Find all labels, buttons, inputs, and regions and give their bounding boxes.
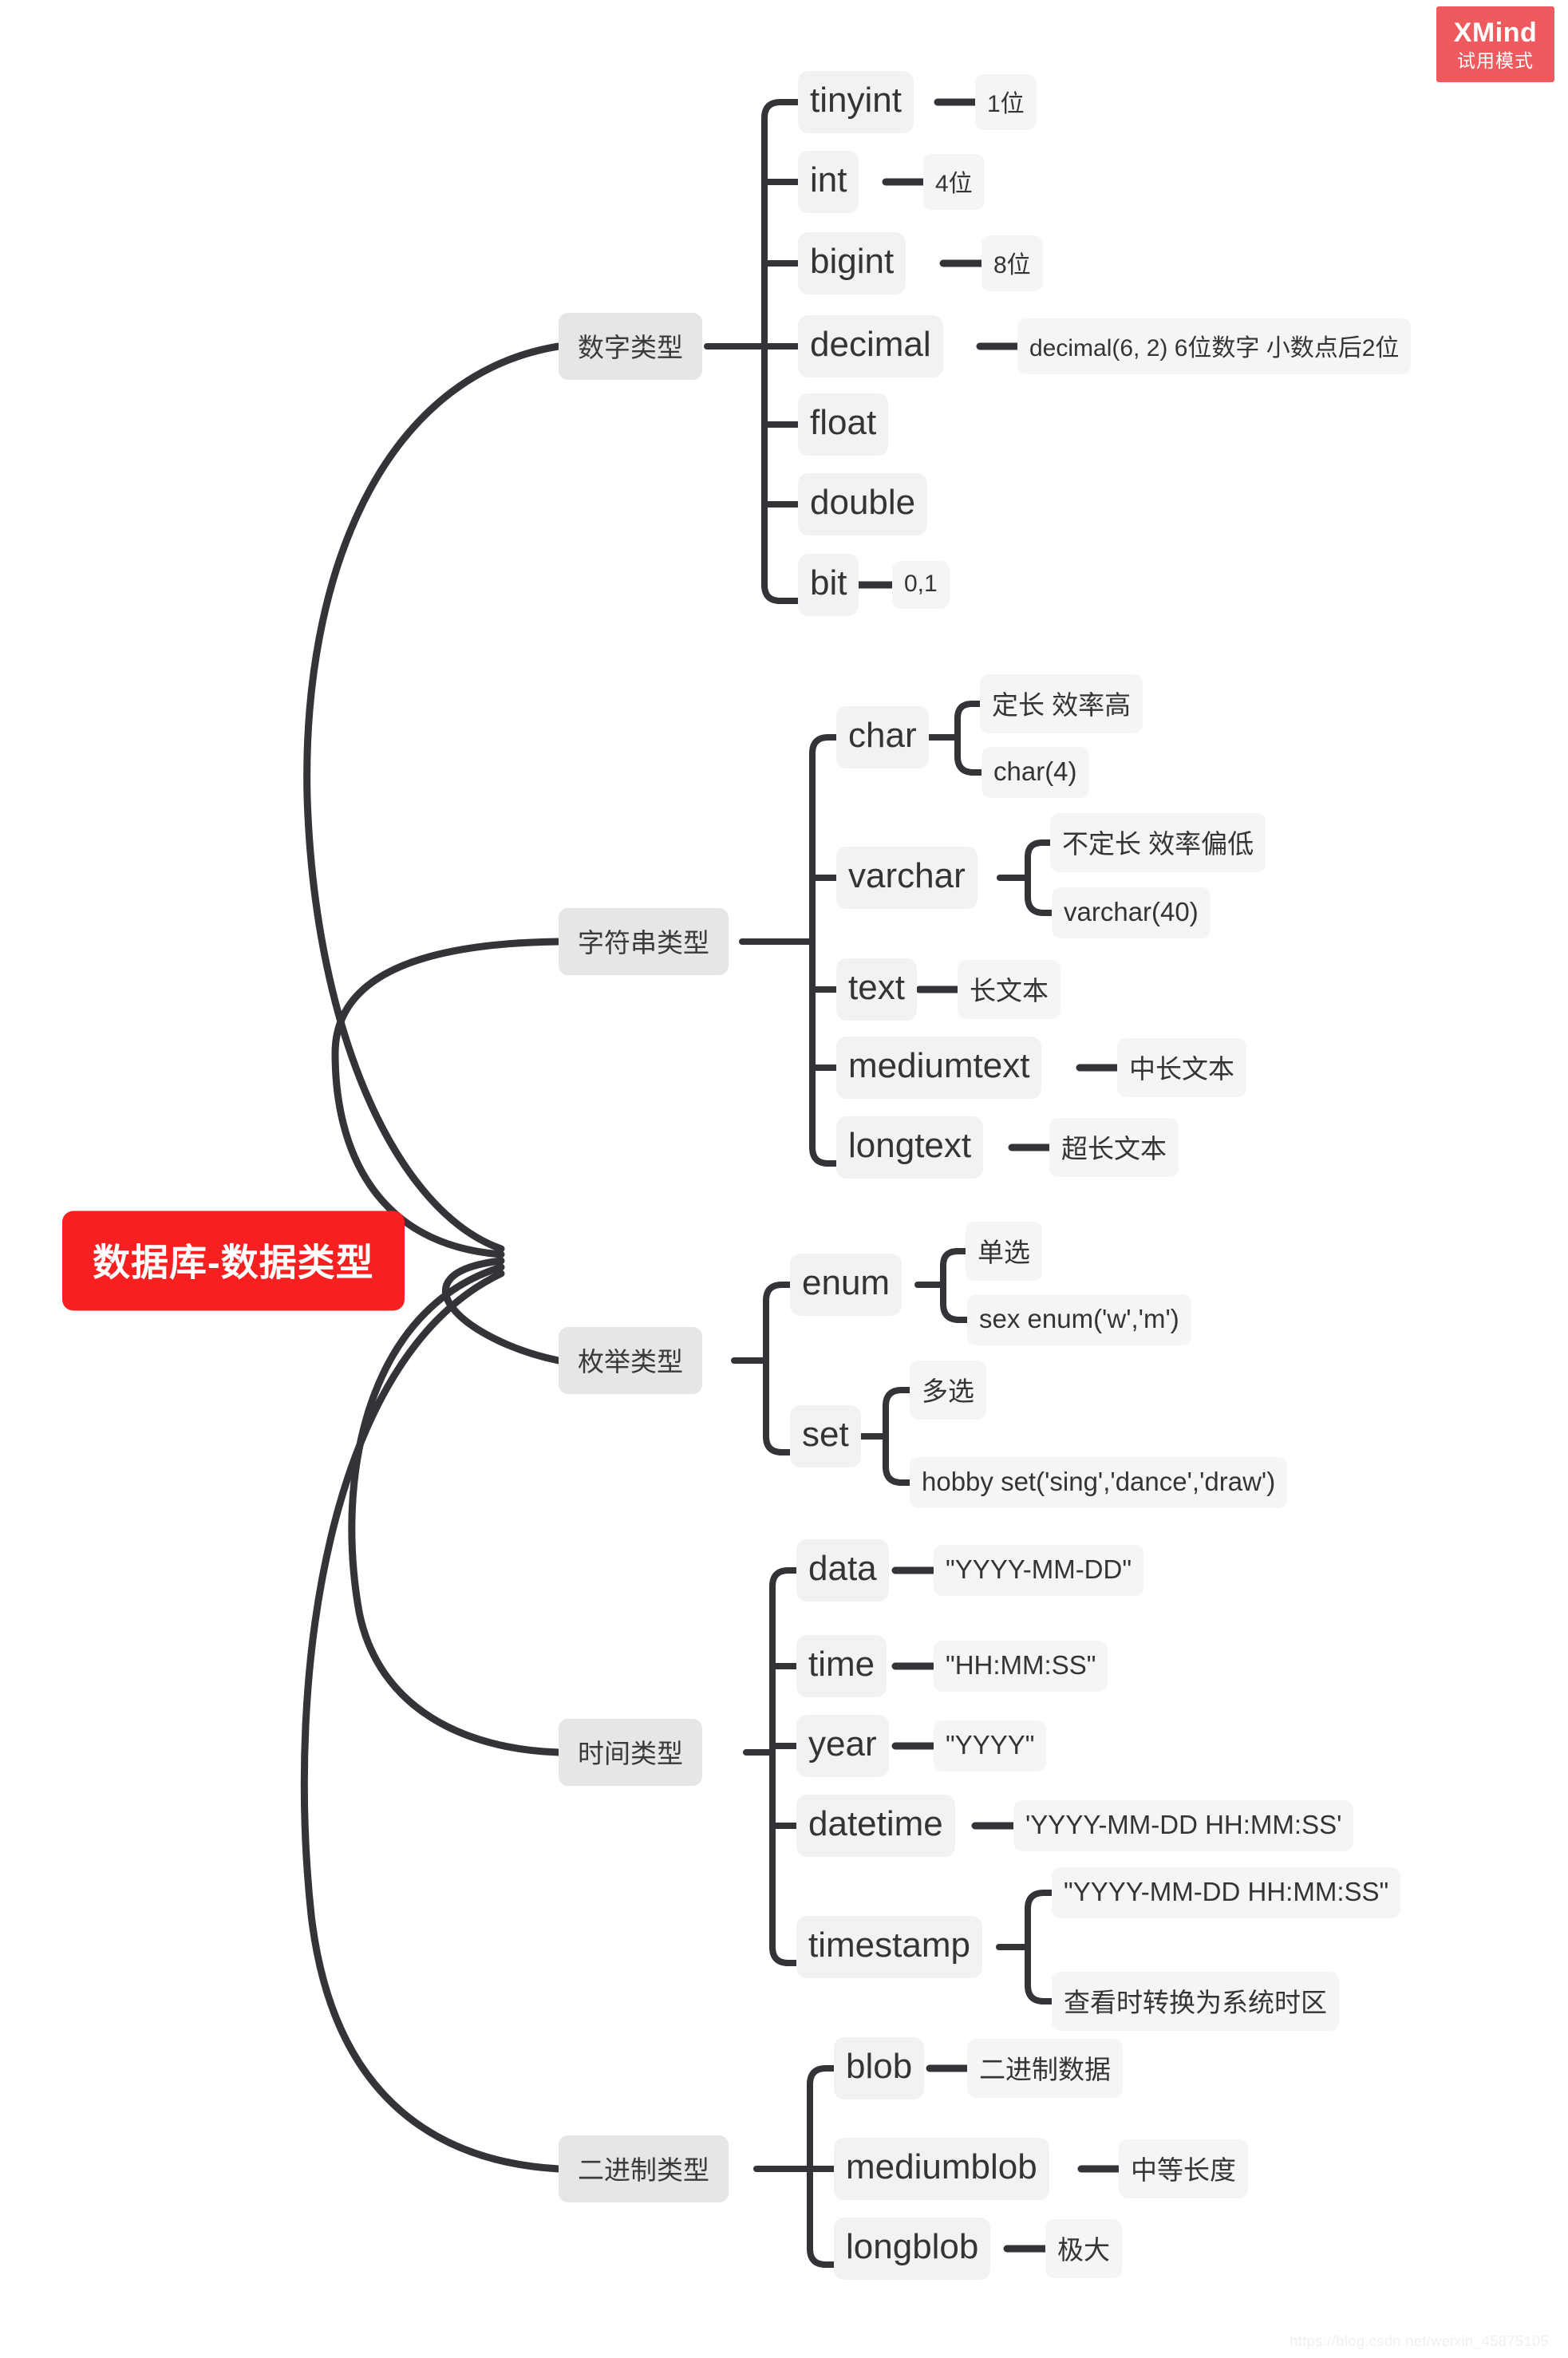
xmind-trial-badge: XMind 试用模式 (1436, 6, 1554, 82)
node-year[interactable]: year (796, 1715, 889, 1777)
desc-longblob-0[interactable]: 极大 (1045, 2219, 1122, 2278)
desc-bigint-0[interactable]: 8位 (981, 235, 1043, 291)
node-enum[interactable]: enum (790, 1254, 902, 1316)
desc-varchar-0[interactable]: 不定长 效率偏低 (1050, 813, 1266, 872)
desc-mediumblob-0[interactable]: 中等长度 (1119, 2139, 1248, 2198)
desc-text-0[interactable]: 长文本 (958, 960, 1060, 1019)
desc-longtext-0[interactable]: 超长文本 (1049, 1118, 1179, 1177)
desc-int-0[interactable]: 4位 (923, 154, 985, 210)
node-text[interactable]: text (836, 958, 917, 1021)
branch-label-time[interactable]: 时间类型 (559, 1719, 702, 1786)
desc-bit-0[interactable]: 0,1 (892, 561, 950, 609)
root-node[interactable]: 数据库-数据类型 (62, 1211, 405, 1311)
branch-label-numeric[interactable]: 数字类型 (559, 313, 702, 380)
desc-mediumtext-0[interactable]: 中长文本 (1117, 1038, 1246, 1097)
node-decimal[interactable]: decimal (798, 315, 943, 377)
desc-char-1[interactable]: char(4) (981, 747, 1089, 798)
node-longtext[interactable]: longtext (836, 1116, 984, 1179)
node-mediumblob[interactable]: mediumblob (834, 2138, 1049, 2200)
desc-decimal-0[interactable]: decimal(6, 2) 6位数字 小数点后2位 (1017, 318, 1412, 374)
desc-blob-0[interactable]: 二进制数据 (967, 2039, 1123, 2098)
xmind-brand-label: XMind (1453, 17, 1538, 48)
desc-tinyint-0[interactable]: 1位 (975, 74, 1037, 130)
node-data[interactable]: data (796, 1539, 889, 1602)
desc-varchar-1[interactable]: varchar(40) (1052, 887, 1211, 938)
node-bit[interactable]: bit (798, 554, 859, 616)
xmind-trial-mode-label: 试用模式 (1457, 49, 1534, 71)
node-datetime[interactable]: datetime (796, 1795, 955, 1857)
desc-datetime-0[interactable]: 'YYYY-MM-DD HH:MM:SS' (1013, 1800, 1354, 1851)
node-mediumtext[interactable]: mediumtext (836, 1037, 1042, 1099)
branch-label-binary[interactable]: 二进制类型 (559, 2135, 729, 2202)
mindmap-canvas: 数据库-数据类型 数字类型 tinyint 1位 int 4位 bigint 8… (0, 0, 1568, 2358)
desc-data-0[interactable]: "YYYY-MM-DD" (934, 1545, 1144, 1596)
desc-enum-0[interactable]: 单选 (966, 1222, 1042, 1281)
desc-time-0[interactable]: "HH:MM:SS" (934, 1641, 1108, 1692)
desc-set-0[interactable]: 多选 (910, 1361, 986, 1420)
node-int[interactable]: int (798, 151, 859, 213)
node-varchar[interactable]: varchar (836, 847, 978, 909)
node-tinyint[interactable]: tinyint (798, 71, 914, 133)
desc-year-0[interactable]: "YYYY" (934, 1720, 1047, 1771)
desc-enum-1[interactable]: sex enum('w','m') (967, 1294, 1191, 1345)
csdn-watermark: https://blog.csdn.net/weixin_45875105 (1290, 2333, 1549, 2349)
desc-char-0[interactable]: 定长 效率高 (980, 674, 1143, 733)
node-bigint[interactable]: bigint (798, 232, 906, 294)
branch-label-enum[interactable]: 枚举类型 (559, 1327, 702, 1394)
node-longblob[interactable]: longblob (834, 2218, 991, 2280)
desc-timestamp-0[interactable]: "YYYY-MM-DD HH:MM:SS" (1052, 1867, 1401, 1918)
node-set[interactable]: set (790, 1405, 861, 1467)
node-time[interactable]: time (796, 1635, 887, 1697)
branch-label-string[interactable]: 字符串类型 (559, 908, 729, 975)
node-float[interactable]: float (798, 393, 889, 456)
desc-set-1[interactable]: hobby set('sing','dance','draw') (910, 1457, 1288, 1508)
node-blob[interactable]: blob (834, 2037, 925, 2099)
node-timestamp[interactable]: timestamp (796, 1916, 982, 1978)
node-char[interactable]: char (836, 706, 929, 768)
desc-timestamp-1[interactable]: 查看时转换为系统时区 (1052, 1972, 1339, 2031)
node-double[interactable]: double (798, 473, 928, 535)
